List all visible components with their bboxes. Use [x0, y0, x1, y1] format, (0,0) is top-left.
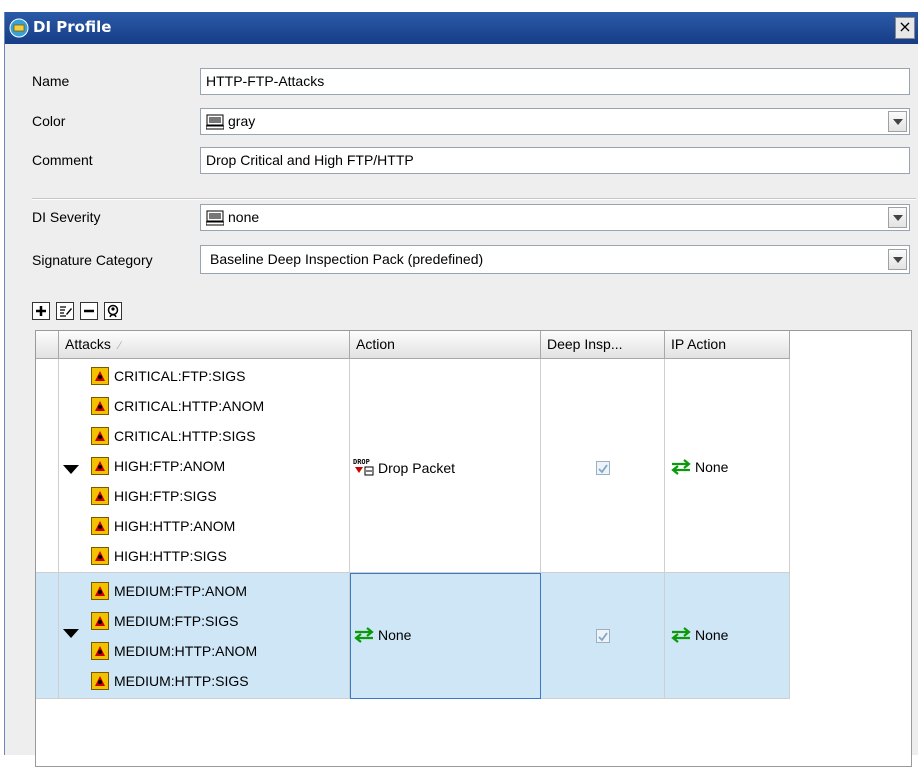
attack-signature-icon [91, 427, 109, 445]
name-field[interactable]: HTTP-FTP-Attacks [200, 68, 910, 95]
remove-icon [84, 309, 94, 313]
close-button[interactable]: × [895, 17, 915, 39]
attack-name: CRITICAL:HTTP:SIGS [114, 428, 256, 444]
deep-inspection-checkbox[interactable] [596, 461, 610, 475]
attack-name: MEDIUM:FTP:ANOM [114, 583, 247, 599]
attack-signature-icon [91, 547, 109, 565]
action-label: Drop Packet [378, 460, 456, 476]
comment-label: Comment [32, 152, 93, 168]
ip-action-label: None [695, 627, 729, 643]
divider [32, 198, 916, 200]
severity-label: DI Severity [32, 209, 101, 225]
none-arrows-icon [354, 627, 374, 643]
category-select[interactable]: Baseline Deep Inspection Pack (predefine… [200, 245, 910, 274]
svg-text:DROP: DROP [353, 458, 370, 466]
attack-name: CRITICAL:FTP:SIGS [114, 368, 246, 384]
window-title: DI Profile [33, 18, 112, 36]
list-item[interactable]: HIGH:FTP:ANOM [91, 455, 225, 477]
column-header-attacks[interactable]: Attacks ∕ [59, 331, 350, 359]
list-item[interactable]: MEDIUM:HTTP:SIGS [91, 670, 249, 692]
attack-name: HIGH:HTTP:SIGS [114, 548, 227, 564]
attack-signature-icon [91, 517, 109, 535]
attack-signature-icon [91, 612, 109, 630]
ip-action-value: None [670, 457, 728, 477]
add-icon [36, 306, 46, 316]
add-button[interactable] [32, 302, 50, 320]
chevron-down-icon[interactable] [888, 111, 907, 132]
list-item[interactable]: HIGH:FTP:SIGS [91, 485, 217, 507]
drop-packet-icon: DROP [353, 458, 374, 476]
remove-button[interactable] [80, 302, 98, 320]
title-bar: DI Profile × [5, 12, 918, 44]
list-item[interactable]: MEDIUM:FTP:SIGS [91, 610, 238, 632]
attack-name: MEDIUM:HTTP:SIGS [114, 673, 249, 689]
category-label: Signature Category [32, 252, 153, 268]
lookup-button[interactable] [104, 302, 122, 320]
severity-value: none [228, 209, 260, 225]
list-item[interactable]: HIGH:HTTP:SIGS [91, 545, 227, 567]
column-header-deep-inspection[interactable]: Deep Insp... [541, 331, 665, 359]
checkmark-icon [598, 464, 608, 474]
attack-signature-icon [91, 642, 109, 660]
color-value: gray [228, 113, 256, 129]
di-profile-dialog: DI Profile × Name HTTP-FTP-Attacks Color… [4, 12, 918, 767]
deep-inspection-checkbox[interactable] [596, 629, 610, 643]
action-label: None [378, 627, 412, 643]
chevron-down-icon[interactable] [888, 249, 907, 270]
attack-name: HIGH:HTTP:ANOM [114, 518, 236, 534]
computer-icon [206, 114, 224, 130]
background-strip [0, 0, 918, 12]
attack-signature-icon [91, 367, 109, 385]
none-arrows-icon [671, 459, 691, 475]
attacks-header-label: Attacks [65, 336, 111, 352]
edit-button[interactable] [56, 302, 74, 320]
column-header-action[interactable]: Action [350, 331, 541, 359]
color-select[interactable]: gray [200, 108, 910, 135]
expand-triangle-icon[interactable] [63, 465, 79, 474]
list-item[interactable]: CRITICAL:HTTP:ANOM [91, 395, 264, 417]
app-icon [9, 18, 29, 38]
attack-signature-icon [91, 672, 109, 690]
sort-asc-icon: ∕ [118, 340, 121, 352]
attack-name: MEDIUM:FTP:SIGS [114, 613, 239, 629]
attack-name: MEDIUM:HTTP:ANOM [114, 643, 258, 659]
list-item[interactable]: CRITICAL:HTTP:SIGS [91, 425, 256, 447]
none-arrows-icon [671, 627, 691, 643]
header-corner [36, 331, 59, 359]
column-header-ip-action[interactable]: IP Action [665, 331, 790, 359]
ip-action-value: None [670, 625, 728, 645]
list-item[interactable]: HIGH:HTTP:ANOM [91, 515, 235, 537]
ip-action-label: None [695, 459, 729, 475]
action-value: None [353, 625, 411, 645]
comment-field[interactable]: Drop Critical and High FTP/HTTP [200, 147, 910, 174]
attacks-table: Attacks ∕ Action Deep Insp... IP Action … [35, 330, 912, 767]
category-value: Baseline Deep Inspection Pack (predefine… [210, 251, 484, 267]
attack-name: HIGH:FTP:SIGS [114, 488, 217, 504]
list-item[interactable]: MEDIUM:HTTP:ANOM [91, 640, 257, 662]
row-gutter [36, 573, 59, 699]
attack-signature-icon [91, 582, 109, 600]
computer-icon [206, 210, 224, 226]
row-gutter [36, 359, 59, 573]
list-item[interactable]: CRITICAL:FTP:SIGS [91, 365, 245, 387]
list-item[interactable]: MEDIUM:FTP:ANOM [91, 580, 247, 602]
name-label: Name [32, 73, 70, 89]
attack-name: HIGH:FTP:ANOM [114, 458, 226, 474]
attack-name: CRITICAL:HTTP:ANOM [114, 398, 265, 414]
color-label: Color [32, 113, 66, 129]
severity-select[interactable]: none [200, 204, 910, 231]
edit-icon [60, 306, 72, 317]
checkmark-icon [598, 632, 608, 642]
attack-signature-icon [91, 487, 109, 505]
expand-triangle-icon[interactable] [63, 629, 79, 638]
chevron-down-icon[interactable] [888, 207, 907, 228]
action-value: DROP Drop Packet [353, 457, 455, 478]
attack-signature-icon [91, 397, 109, 415]
attack-signature-icon [91, 457, 109, 475]
lookup-icon [107, 304, 119, 318]
